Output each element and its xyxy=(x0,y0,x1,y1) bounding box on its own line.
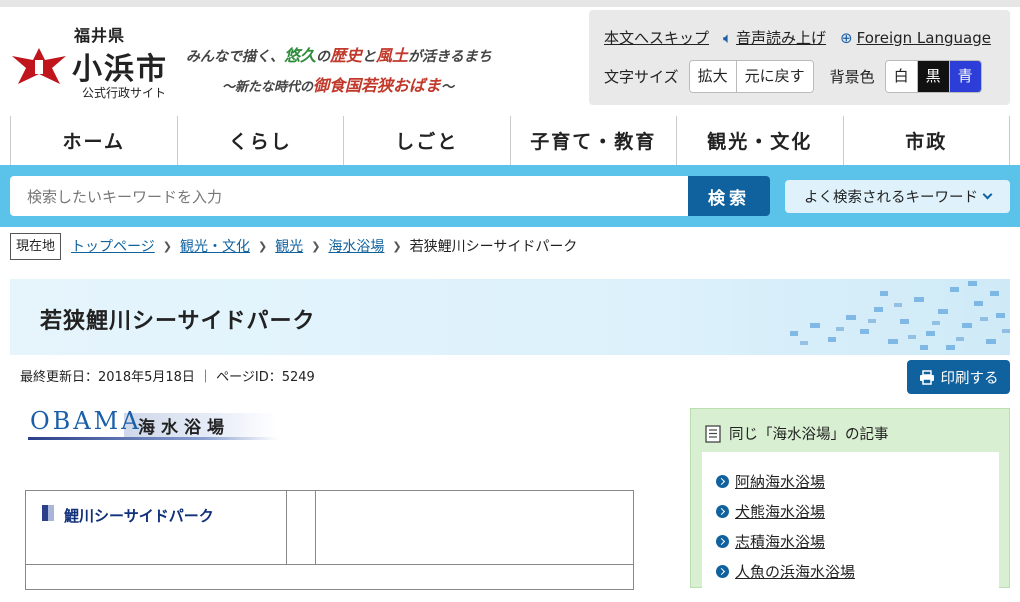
chevron-right-icon: ❯ xyxy=(257,239,268,253)
chevron-right-icon: ❯ xyxy=(392,239,402,253)
site-subtitle: 公式行政サイト xyxy=(82,86,167,100)
text-size-label: 文字サイズ xyxy=(604,68,679,86)
list-item: 人魚の浜海水浴場 xyxy=(702,556,999,586)
page-title-banner: 若狭鯉川シーサイドパーク xyxy=(10,279,1010,355)
nav-item-city-govt[interactable]: 市政 xyxy=(842,116,1010,165)
list-item: 阿納海水浴場 xyxy=(702,466,999,496)
breadcrumb: 現在地 トップページ ❯ 観光・文化 ❯ 観光 ❯ 海水浴場 ❯ 若狭鯉川シーサ… xyxy=(10,232,577,260)
nav-item-home[interactable]: ホーム xyxy=(10,116,177,165)
popular-keywords-label: よく検索されるキーワード xyxy=(804,190,978,206)
bg-color-group: 白 黒 青 xyxy=(884,60,982,93)
list-item: 志積海水浴場 xyxy=(702,526,999,556)
globe-icon: ⊕ xyxy=(840,28,853,47)
print-button[interactable]: 印刷する xyxy=(907,360,1010,394)
city-emblem-icon xyxy=(12,48,66,84)
nav-item-tourism[interactable]: 観光・文化 xyxy=(676,116,843,165)
beaches-banner-image: OBAMA 海水浴場 xyxy=(28,407,278,441)
banner-logo-text: OBAMA xyxy=(30,407,142,435)
city-name: 小浜市 xyxy=(72,52,168,87)
related-link-anou[interactable]: 阿納海水浴場 xyxy=(735,471,825,492)
current-location-label: 現在地 xyxy=(10,232,62,260)
read-aloud-link[interactable]: 🔈︎ 音声読み上げ xyxy=(723,27,826,48)
chevron-right-icon: ❯ xyxy=(162,239,172,253)
search-button[interactable]: 検索 xyxy=(688,176,770,216)
search-input[interactable]: 検索したいキーワードを入力 xyxy=(10,176,688,216)
content-table: 鯉川シーサイドパーク xyxy=(25,490,634,590)
nav-item-education[interactable]: 子育て・教育 xyxy=(509,116,677,165)
utility-panel: 本文へスキップ 🔈︎ 音声読み上げ ⊕ Foreign Language 文字サイズ… xyxy=(589,10,1010,105)
skip-to-content-link[interactable]: 本文へスキップ xyxy=(604,27,709,48)
breadcrumb-tourism-culture[interactable]: 観光・文化 xyxy=(180,236,250,256)
text-size-group: 拡大 元に戻す xyxy=(688,60,814,93)
print-label: 印刷する xyxy=(940,370,999,387)
document-icon xyxy=(705,424,721,443)
table-cell xyxy=(287,491,316,564)
chevron-down-icon xyxy=(982,189,993,200)
reset-text-button[interactable]: 元に戻す xyxy=(736,61,813,92)
breadcrumb-tourism[interactable]: 観光 xyxy=(275,236,303,256)
popular-keywords-button[interactable]: よく検索されるキーワード xyxy=(785,180,1010,213)
enlarge-text-button[interactable]: 拡大 xyxy=(689,61,737,92)
foreign-language-link[interactable]: ⊕ Foreign Language xyxy=(840,27,991,48)
prefecture-label: 福井県 xyxy=(74,26,126,45)
breadcrumb-current: 若狭鯉川シーサイドパーク xyxy=(409,239,578,255)
banner-title: 海水浴場 xyxy=(138,418,230,438)
bg-color-label: 背景色 xyxy=(829,68,875,86)
related-link-shitsumi[interactable]: 志積海水浴場 xyxy=(735,531,825,552)
nav-item-living[interactable]: くらし xyxy=(176,116,344,165)
bg-white-button[interactable]: 白 xyxy=(885,61,918,92)
search-bar: 検索したいキーワードを入力 検索 よく検索されるキーワード xyxy=(0,165,1020,227)
chevron-right-icon: ❯ xyxy=(311,239,321,253)
top-strip xyxy=(0,0,1020,7)
printer-icon xyxy=(919,369,934,385)
page-title: 若狭鯉川シーサイドパーク xyxy=(40,309,316,334)
bg-black-button[interactable]: 黒 xyxy=(917,61,950,92)
table-heading: 鯉川シーサイドパーク xyxy=(64,507,214,525)
arrow-circle-icon xyxy=(716,564,729,578)
arrow-circle-icon xyxy=(716,534,729,548)
related-articles-sidebar: 同じ「海水浴場」の記事 阿納海水浴場 犬熊海水浴場 志積海水浴場 人魚の浜海水浴… xyxy=(690,408,1010,602)
related-link-ningyo[interactable]: 人魚の浜海水浴場 xyxy=(735,561,855,582)
global-nav: ホーム くらし しごと 子育て・教育 観光・文化 市政 xyxy=(10,116,1010,165)
heading-marker-icon xyxy=(42,505,54,521)
mosaic-decoration xyxy=(790,281,1010,350)
table-cell: 鯉川シーサイドパーク xyxy=(26,491,287,564)
bg-blue-button[interactable]: 青 xyxy=(949,61,981,92)
page-meta: 最終更新日：2018年5月18日 ｜ ページID：5249 xyxy=(20,370,315,385)
site-logo[interactable]: 福井県 小浜市 公式行政サイト xyxy=(10,22,180,102)
breadcrumb-beaches[interactable]: 海水浴場 xyxy=(328,236,384,256)
speaker-icon: 🔈︎ xyxy=(723,28,733,47)
arrow-circle-icon xyxy=(716,474,729,488)
related-link-inukuma[interactable]: 犬熊海水浴場 xyxy=(735,501,825,522)
list-item: 犬熊海水浴場 xyxy=(702,496,999,526)
nav-item-work[interactable]: しごと xyxy=(343,116,510,165)
sidebar-heading: 同じ「海水浴場」の記事 xyxy=(729,427,889,443)
arrow-circle-icon xyxy=(716,504,729,518)
breadcrumb-top[interactable]: トップページ xyxy=(71,236,155,256)
tagline: みんなで描く、悠久の歴史と風土が活きるまち 〜新たな時代の御食国若狭おばま〜 xyxy=(186,46,492,95)
